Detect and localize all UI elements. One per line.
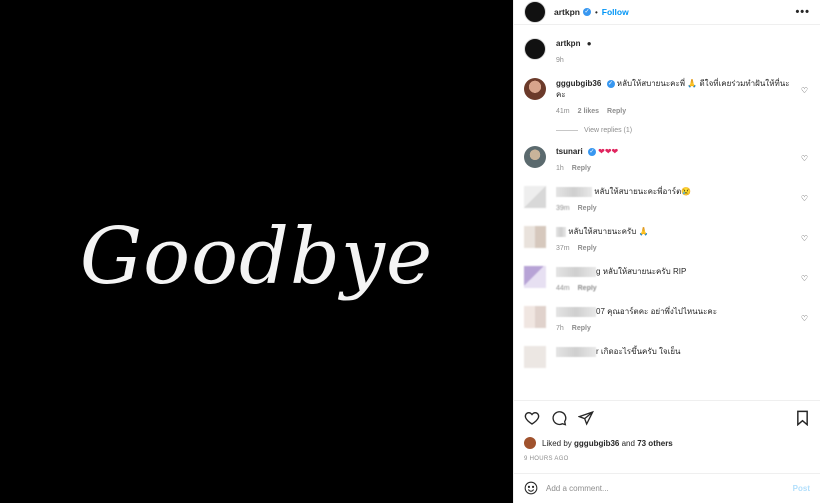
caption-username[interactable]: artkpn bbox=[556, 39, 580, 48]
reply-button[interactable]: Reply bbox=[607, 106, 626, 117]
avatar[interactable] bbox=[524, 306, 546, 328]
post-button[interactable]: Post bbox=[793, 484, 810, 493]
like-comment-icon[interactable]: ♡ bbox=[801, 154, 808, 163]
avatar bbox=[524, 437, 536, 449]
comment-text-prefix: 07 bbox=[596, 307, 605, 316]
likes-others[interactable]: 73 others bbox=[637, 439, 673, 448]
add-comment-bar: Post bbox=[514, 473, 820, 503]
reply-button[interactable]: Reply bbox=[578, 203, 597, 214]
comment-time: 7h bbox=[556, 325, 564, 332]
bookmark-icon[interactable] bbox=[795, 410, 810, 426]
comment-text: ❤❤❤ bbox=[598, 147, 619, 156]
avatar[interactable] bbox=[524, 38, 546, 60]
comment-time: 1h bbox=[556, 165, 564, 172]
comment-text-prefix: g bbox=[596, 267, 601, 276]
likes-summary[interactable]: Liked by gggubgib36 and 73 others bbox=[524, 437, 810, 449]
likes-user[interactable]: gggubgib36 bbox=[574, 439, 619, 448]
blurred-username bbox=[556, 266, 596, 277]
likes-prefix: Liked by bbox=[542, 438, 572, 448]
comment-username[interactable]: gggubgib36 bbox=[556, 79, 601, 88]
avatar[interactable] bbox=[524, 186, 546, 208]
list-item: gggubgib36 ✓ หลับให้สบายนะคะพี่ 🙏 ดีใจที… bbox=[524, 66, 810, 117]
avatar[interactable] bbox=[524, 146, 546, 168]
follow-button[interactable]: Follow bbox=[602, 7, 629, 17]
blurred-username bbox=[556, 186, 592, 197]
comment-text: หลับให้สบายนะครับ RIP bbox=[602, 267, 687, 276]
comment-likes[interactable]: 2 likes bbox=[578, 106, 599, 117]
verified-icon: ✓ bbox=[582, 8, 591, 16]
more-options-icon[interactable]: ••• bbox=[795, 6, 810, 18]
post-actions: Liked by gggubgib36 and 73 others 9 HOUR… bbox=[514, 400, 820, 468]
caption: artkpn ● 9h bbox=[524, 26, 810, 66]
list-item: g หลับให้สบายนะครับ RIP 44m Reply ♡ bbox=[524, 254, 810, 294]
divider bbox=[556, 130, 578, 131]
list-item: 07 คุณอาร์ตคะ อย่าพึ่งไปไหนนะคะ 7h Reply… bbox=[524, 294, 810, 334]
post-sidebar: artkpn ✓ • Follow ••• artkpn ● 9h gggubg… bbox=[513, 0, 820, 503]
list-item: r เกิดอะไรขึ้นครับ ใจเย็น bbox=[524, 334, 810, 368]
comment-time: 39m bbox=[556, 205, 570, 212]
avatar[interactable] bbox=[524, 346, 546, 368]
post-timestamp: 9 HOURS AGO bbox=[524, 456, 569, 462]
comment-text-prefix: r bbox=[596, 347, 599, 356]
view-replies-button[interactable]: View replies (1) bbox=[556, 127, 810, 134]
caption-time: 9h bbox=[556, 57, 564, 64]
comment-text: หลับให้สบายนะคะพี่อาร์ต😢 bbox=[594, 187, 692, 196]
avatar[interactable] bbox=[524, 266, 546, 288]
like-comment-icon[interactable]: ♡ bbox=[801, 86, 808, 95]
header-username[interactable]: artkpn bbox=[554, 7, 580, 17]
reply-button[interactable]: Reply bbox=[578, 283, 597, 294]
avatar[interactable] bbox=[524, 78, 546, 100]
blurred-username bbox=[556, 346, 596, 357]
likes-middle: and bbox=[621, 438, 635, 448]
comment-text: หลับให้สบายนะครับ 🙏 bbox=[568, 227, 649, 236]
comments-list[interactable]: artkpn ● 9h gggubgib36 ✓ หลับให้สบายนะคะ… bbox=[514, 26, 820, 400]
reply-button[interactable]: Reply bbox=[572, 163, 591, 174]
add-comment-input[interactable] bbox=[546, 484, 793, 493]
like-heart-icon[interactable] bbox=[524, 410, 540, 426]
blurred-username bbox=[556, 226, 566, 237]
avatar[interactable] bbox=[524, 226, 546, 248]
goodbye-text: Goodbye bbox=[79, 211, 434, 302]
emoji-icon[interactable] bbox=[524, 481, 538, 497]
like-comment-icon[interactable]: ♡ bbox=[801, 194, 808, 203]
comment-time: 41m bbox=[556, 108, 570, 115]
comment-text: เกิดอะไรขึ้นครับ ใจเย็น bbox=[600, 347, 681, 356]
separator-dot: • bbox=[594, 7, 598, 17]
post-image[interactable]: Goodbye bbox=[0, 0, 513, 503]
comment-time: 37m bbox=[556, 245, 570, 252]
reply-button[interactable]: Reply bbox=[578, 243, 597, 254]
share-send-icon[interactable] bbox=[578, 410, 594, 426]
blurred-username bbox=[556, 306, 596, 317]
like-comment-icon[interactable]: ♡ bbox=[801, 234, 808, 243]
view-replies-label: View replies (1) bbox=[584, 127, 633, 134]
verified-icon: ✓ bbox=[606, 79, 615, 88]
avatar[interactable] bbox=[524, 1, 546, 23]
like-comment-icon[interactable]: ♡ bbox=[801, 314, 808, 323]
comment-username[interactable]: tsunari bbox=[556, 147, 583, 156]
dark-heart-icon: ● bbox=[586, 39, 592, 48]
comment-text: คุณอาร์ตคะ อย่าพึ่งไปไหนนะคะ bbox=[607, 307, 718, 316]
verified-icon: ✓ bbox=[587, 147, 596, 156]
comment-bubble-icon[interactable] bbox=[551, 410, 567, 426]
post-header: artkpn ✓ • Follow ••• bbox=[514, 0, 820, 25]
list-item: หลับให้สบายนะครับ 🙏 37m Reply ♡ bbox=[524, 214, 810, 254]
like-comment-icon[interactable]: ♡ bbox=[801, 274, 808, 283]
list-item: หลับให้สบายนะคะพี่อาร์ต😢 39m Reply ♡ bbox=[524, 174, 810, 214]
reply-button[interactable]: Reply bbox=[572, 323, 591, 334]
comment-time: 44m bbox=[556, 285, 570, 292]
list-item: tsunari ✓ ❤❤❤ 1h Reply ♡ bbox=[524, 134, 810, 174]
